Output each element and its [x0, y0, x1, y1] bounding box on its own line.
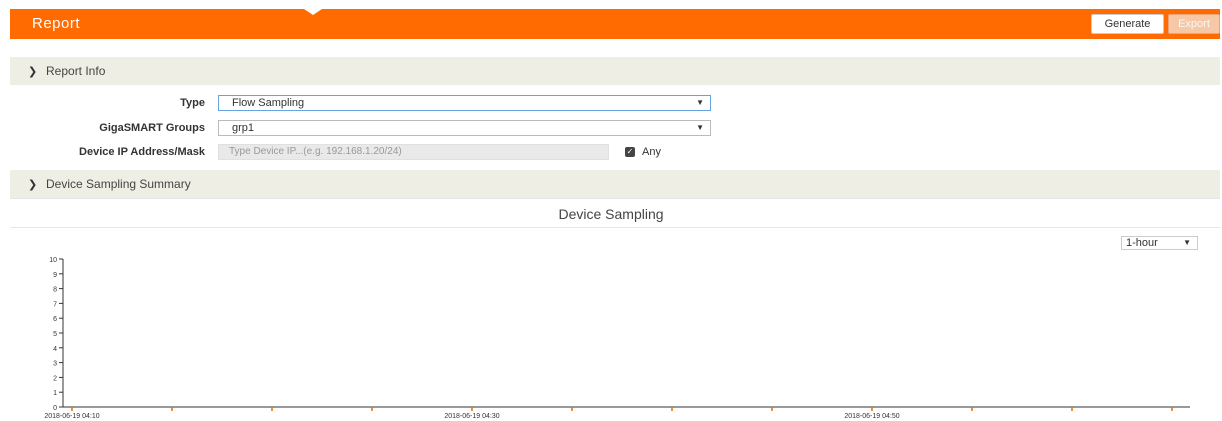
caret-down-icon: ▼ [1183, 238, 1191, 247]
gigasmart-groups-select[interactable]: grp1 ▼ [218, 120, 711, 136]
type-select-value: Flow Sampling [232, 97, 305, 109]
device-sampling-chart: 0 1 2 3 4 5 6 7 8 9 10 2018-06-19 04:10 2018-06-19 0… [44, 257, 1190, 420]
export-button[interactable]: Export [1168, 14, 1220, 34]
x-tick-label: 2018-06-19 04:50 [844, 413, 899, 420]
device-ip-label: Device IP Address/Mask [79, 146, 205, 158]
y-tick-label: 5 [53, 331, 57, 338]
chart-title: Device Sampling [558, 206, 664, 222]
y-tick-label: 8 [53, 287, 57, 294]
report-info-section[interactable]: ❯ Report Info [10, 57, 1220, 85]
y-tick-label: 6 [53, 316, 57, 323]
gigasmart-groups-label: GigaSMART Groups [99, 122, 205, 134]
device-sampling-summary-section[interactable]: ❯ Device Sampling Summary [10, 170, 1220, 198]
caret-down-icon: ▼ [696, 98, 704, 107]
y-tick-label: 7 [53, 301, 57, 308]
time-range-value: 1-hour [1126, 237, 1158, 249]
chevron-down-icon[interactable]: ❯ [28, 178, 37, 191]
x-tick-label: 2018-06-19 04:30 [444, 413, 499, 420]
y-tick-label: 0 [53, 405, 57, 412]
generate-button[interactable]: Generate [1091, 14, 1164, 34]
time-range-select[interactable]: 1-hour ▼ [1121, 236, 1198, 250]
type-label: Type [180, 97, 205, 109]
x-tick-label: 2018-06-19 04:10 [44, 413, 99, 420]
type-select[interactable]: Flow Sampling ▼ [218, 95, 711, 111]
chevron-down-icon[interactable]: ❯ [28, 65, 37, 78]
any-label: Any [642, 146, 661, 158]
header-notch [304, 9, 322, 15]
divider [10, 198, 1220, 199]
page-title: Report [32, 15, 81, 32]
device-ip-input[interactable]: Type Device IP...(e.g. 192.168.1.20/24) [218, 144, 609, 160]
y-tick-label: 2 [53, 375, 57, 382]
report-header: Report Generate Export [10, 9, 1220, 39]
device-sampling-summary-label: Device Sampling Summary [46, 177, 191, 191]
groups-select-value: grp1 [232, 122, 255, 134]
y-tick-label: 10 [49, 257, 57, 264]
divider [10, 227, 1220, 228]
any-checkbox[interactable]: ✓ [625, 147, 635, 157]
y-tick-label: 3 [53, 361, 57, 368]
y-tick-label: 1 [53, 390, 57, 397]
y-tick-label: 9 [53, 272, 57, 279]
y-tick-label: 4 [53, 346, 57, 353]
caret-down-icon: ▼ [696, 123, 704, 132]
report-info-label: Report Info [46, 64, 106, 78]
